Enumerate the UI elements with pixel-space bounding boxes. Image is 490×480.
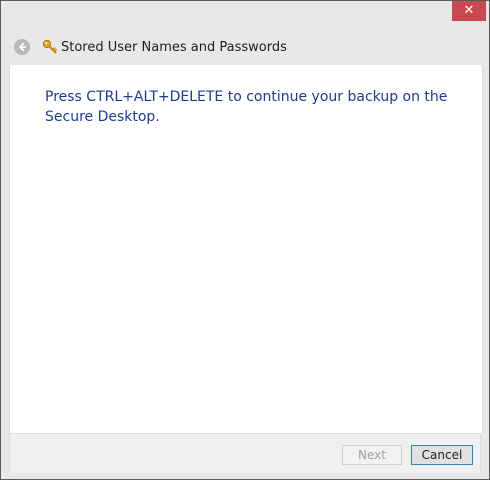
button-footer: Next Cancel [9, 433, 481, 473]
instruction-message: Press CTRL+ALT+DELETE to continue your b… [45, 89, 448, 125]
close-button[interactable]: ✕ [452, 1, 486, 21]
window-title: Stored User Names and Passwords [61, 39, 287, 55]
close-icon: ✕ [463, 3, 475, 18]
content-area: Press CTRL+ALT+DELETE to continue your b… [9, 65, 483, 433]
dialog-window: ✕ Stored User Names and Passwords Press … [0, 0, 490, 480]
cancel-button[interactable]: Cancel [411, 445, 473, 465]
title-bar: ✕ Stored User Names and Passwords [1, 1, 489, 65]
back-button[interactable] [14, 39, 30, 55]
back-arrow-icon [19, 42, 27, 52]
next-button[interactable]: Next [342, 445, 402, 465]
key-icon [42, 39, 58, 55]
nav-row: Stored User Names and Passwords [14, 37, 287, 57]
